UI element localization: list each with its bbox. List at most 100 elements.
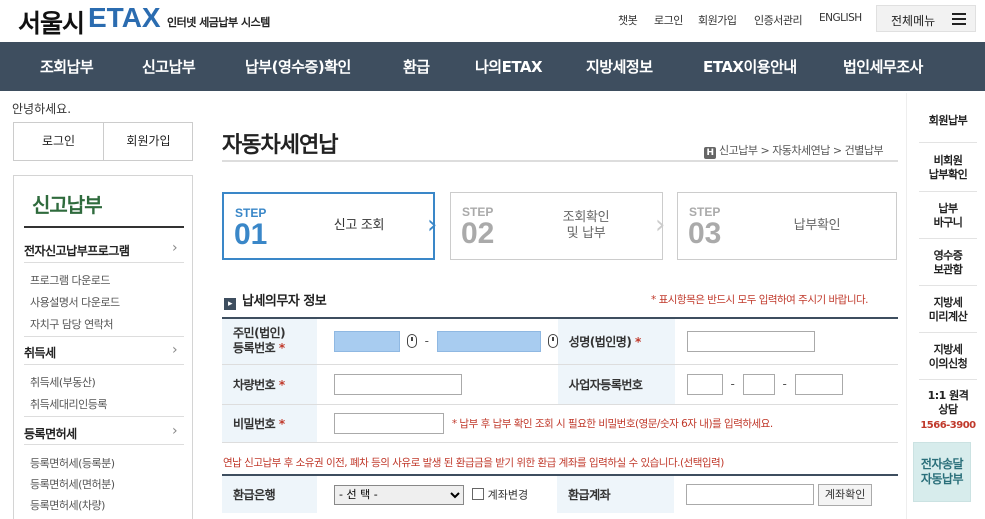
sidebar-subitem-reg-vehicle[interactable]: 등록면허세(차량) [30, 497, 105, 513]
top-header: 서울시 ETAX 인터넷 세금납부 시스템 챗봇 로그인 회원가입 인증서관리 … [0, 0, 985, 42]
sidebar-item-acquisition-tax[interactable]: 취득세 [24, 344, 56, 361]
sidebar-subitem-reg-registration[interactable]: 등록면허세(등록분) [30, 455, 115, 471]
hamburger-icon [952, 13, 966, 25]
signup-button[interactable]: 회원가입 [104, 123, 193, 160]
nav-item-etax-guide[interactable]: ETAX이용안내 [703, 56, 797, 77]
sidebar-item-registration-tax[interactable]: 등록면허세 [24, 425, 77, 442]
login-button[interactable]: 로그인 [14, 123, 103, 160]
util-link-signup[interactable]: 회원가입 [698, 12, 737, 28]
quick-divider [919, 238, 977, 239]
quick-divider [919, 379, 977, 380]
password-input[interactable] [334, 412, 444, 434]
full-menu-button[interactable]: 전체메뉴 [876, 5, 976, 32]
biz-number-input-1[interactable] [686, 373, 723, 395]
required-mark: * [278, 416, 285, 431]
rrn-front-input[interactable] [334, 330, 400, 352]
biz-label: 사업자등록번호 [557, 364, 675, 405]
rrn-label-line2: 등록번호 [233, 341, 276, 356]
name-input[interactable] [686, 330, 815, 352]
sidebar-subitem-manual-download[interactable]: 사용설명서 다운로드 [30, 294, 120, 310]
quick-item-guest-check[interactable]: 비회원 납부확인 [915, 154, 981, 182]
sidebar-subitem-acq-realestate[interactable]: 취득세(부동산) [30, 374, 96, 390]
biz-label-text: 사업자등록번호 [568, 377, 643, 392]
nav-item-receipt[interactable]: 납부(영수증)확인 [245, 56, 351, 77]
quick-item-auto-pay[interactable]: 전자송달 자동납부 [913, 442, 971, 502]
nav-item-corp-audit[interactable]: 법인세무조사 [843, 56, 923, 77]
car-number-input[interactable] [334, 373, 462, 395]
quick-divider [919, 285, 977, 286]
required-mark: * [278, 377, 285, 392]
bank-cell: - 선 택 - 계좌변경 [317, 475, 557, 513]
home-icon[interactable]: H [704, 147, 716, 159]
side-menu-divider [24, 336, 184, 337]
mouse-icon[interactable] [547, 333, 558, 348]
nav-item-report-pay[interactable]: 신고납부 [142, 56, 196, 77]
side-menu-divider [24, 416, 184, 417]
form-row: 차량번호 * 사업자등록번호 - - [222, 364, 898, 405]
step-text: 신고 조회 [333, 218, 385, 233]
nav-item-inquiry-pay[interactable]: 조회납부 [40, 56, 94, 77]
verify-account-button[interactable]: 계좌확인 [817, 483, 873, 506]
quick-item-tax-appeal[interactable]: 지방세 이의신청 [915, 343, 981, 371]
step-3: STEP 03 납부확인 [677, 192, 897, 260]
account-input[interactable] [686, 484, 814, 505]
quick-item-member-pay[interactable]: 회원납부 [915, 114, 981, 128]
quick-divider [919, 332, 977, 333]
rrn-label-line1: 주민(법인) [233, 326, 286, 341]
breadcrumb-path[interactable]: 신고납부 > 자동차세연납 > 건별납부 [719, 144, 884, 157]
chevron-right-icon: › [172, 342, 178, 358]
quick-item-receipt-box[interactable]: 영수증 보관함 [915, 249, 981, 277]
name-label: 성명(법인명) * [557, 318, 675, 365]
util-link-login[interactable]: 로그인 [654, 12, 683, 28]
sidebar-subitem-acq-agent[interactable]: 취득세대리인등록 [30, 396, 107, 412]
nav-item-local-tax-info[interactable]: 지방세정보 [586, 56, 653, 77]
required-note: * 표시항목은 반드시 모두 입력하여 주시기 바랍니다. [651, 294, 868, 306]
car-label-text: 차량번호 [233, 377, 276, 392]
quick-item-remote-consult[interactable]: 1:1 원격 상담 [915, 389, 981, 417]
form-row: 환급은행 - 선 택 - 계좌변경 환급계좌 계좌확인 [222, 475, 898, 513]
step-text: 조회확인 및 납부 [562, 210, 610, 241]
step-number: 01 [234, 218, 268, 251]
biz-number-input-2[interactable] [742, 373, 775, 395]
nav-item-refund[interactable]: 환급 [403, 56, 430, 77]
greeting-text: 안녕하세요. [12, 102, 72, 116]
car-cell [317, 364, 558, 405]
pw-cell: * 납부 후 납부 확인 조회 시 필요한 비밀번호(영문/숫자 6자 내)를 … [317, 404, 898, 443]
name-cell [674, 318, 898, 365]
step-2: STEP 02 조회확인 및 납부 [450, 192, 663, 260]
refund-form: 환급은행 - 선 택 - 계좌변경 환급계좌 계좌확인 [222, 474, 898, 513]
required-mark: * [278, 341, 285, 356]
logo-etax[interactable]: ETAX [88, 2, 161, 34]
quick-item-pay-basket[interactable]: 납부 바구니 [915, 202, 981, 230]
nav-item-my-etax[interactable]: 나의ETAX [475, 56, 543, 77]
side-menu-title-rule [24, 226, 184, 228]
chevron-right-icon: › [172, 240, 178, 256]
util-link-english[interactable]: ENGLISH [819, 12, 862, 24]
sidebar-subitem-reg-license[interactable]: 등록면허세(면허분) [30, 476, 115, 492]
side-menu: 신고납부 전자신고납부프로그램 › 프로그램 다운로드 사용설명서 다운로드 자… [13, 175, 193, 519]
sidebar-item-e-report-program[interactable]: 전자신고납부프로그램 [24, 242, 130, 259]
bank-label: 환급은행 [222, 475, 317, 513]
step-arrow-icon: › [427, 210, 438, 240]
side-menu-title: 신고납부 [32, 193, 103, 217]
account-change-checkbox[interactable] [471, 488, 484, 500]
bank-select[interactable]: - 선 택 - [334, 484, 464, 505]
rrn-back-input[interactable] [436, 330, 541, 352]
name-label-text: 성명(법인명) [568, 334, 632, 349]
util-link-chatbot[interactable]: 챗봇 [618, 12, 638, 28]
biz-dash: - [782, 376, 787, 391]
breadcrumb: H 신고납부 > 자동차세연납 > 건별납부 [704, 142, 884, 159]
logo-seoul[interactable]: 서울시 [18, 4, 85, 40]
biz-number-input-3[interactable] [794, 373, 843, 395]
account-cell: 계좌확인 [674, 475, 898, 513]
account-label: 환급계좌 [557, 475, 674, 513]
util-link-cert[interactable]: 인증서관리 [754, 12, 803, 28]
password-note: * 납부 후 납부 확인 조회 시 필요한 비밀번호(영문/숫자 6자 내)를 … [451, 417, 773, 430]
main-nav: 조회납부 신고납부 납부(영수증)확인 환급 나의ETAX 지방세정보 ETAX… [0, 42, 985, 91]
quick-item-tax-calc[interactable]: 지방세 미리계산 [915, 296, 981, 324]
sidebar-subitem-program-download[interactable]: 프로그램 다운로드 [30, 272, 110, 288]
sidebar-subitem-district-contact[interactable]: 자치구 담당 연락처 [30, 316, 113, 332]
car-label: 차량번호 * [222, 364, 317, 405]
side-menu-divider [24, 364, 184, 365]
mouse-icon[interactable] [406, 333, 417, 348]
